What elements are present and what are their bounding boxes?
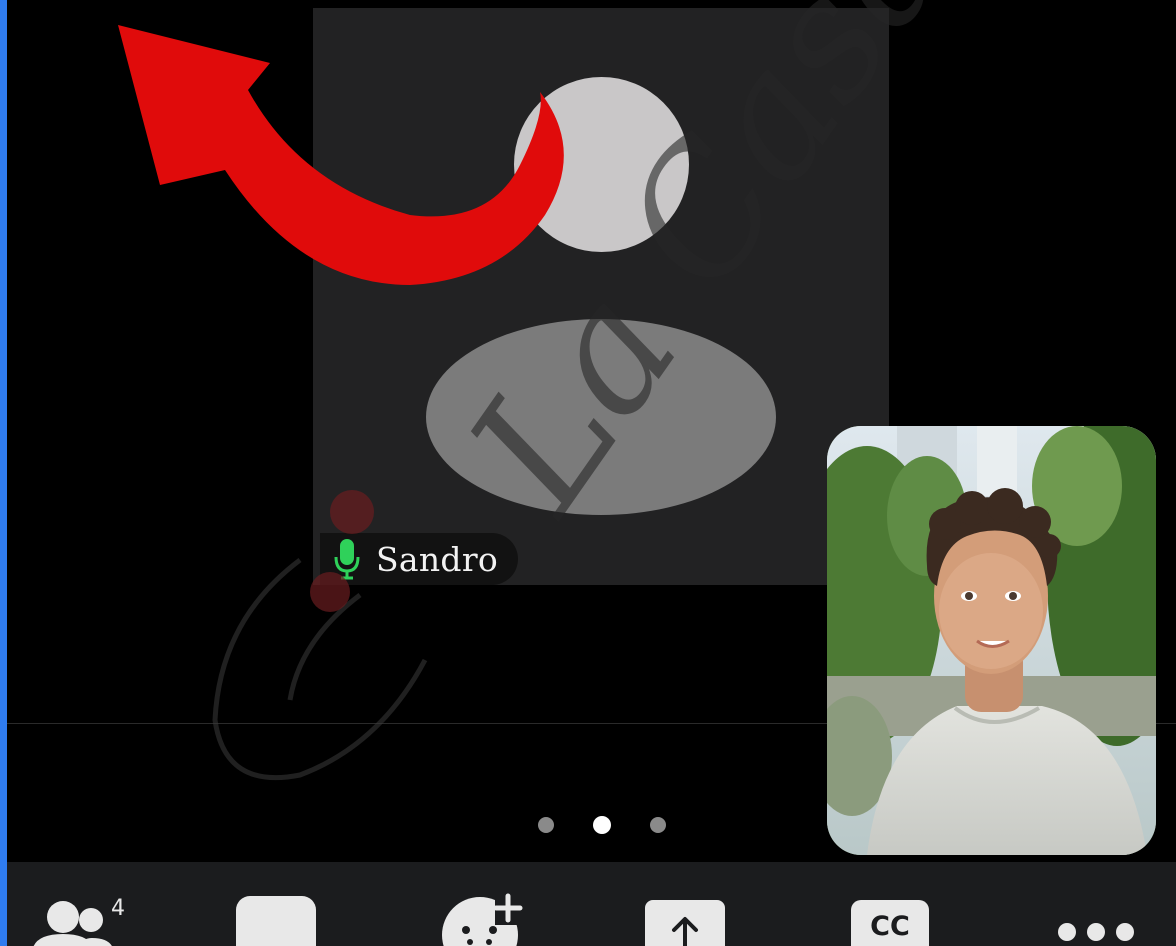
participant-name-tag: Sandro — [320, 533, 518, 585]
participant-name: Sandro — [376, 539, 499, 579]
participants-button[interactable] — [32, 862, 142, 946]
captions-button[interactable]: CC — [845, 862, 935, 946]
page-dot-1[interactable] — [538, 817, 554, 833]
participants-count: 4 — [111, 896, 125, 921]
screen-edge-accent — [0, 0, 7, 946]
share-button[interactable] — [637, 862, 733, 946]
microphone-icon — [332, 537, 362, 581]
page-dot-2[interactable] — [593, 816, 611, 834]
cc-icon: CC — [870, 911, 910, 942]
page-dot-3[interactable] — [650, 817, 666, 833]
self-view-video[interactable] — [827, 426, 1156, 855]
participant-tile[interactable] — [313, 8, 889, 585]
avatar-head — [514, 77, 689, 252]
bottom-toolbar: 4 CC — [7, 862, 1176, 946]
more-button[interactable] — [1047, 862, 1147, 946]
reactions-button[interactable] — [437, 862, 527, 946]
avatar-body — [426, 319, 776, 515]
chat-button[interactable] — [232, 862, 322, 946]
page-indicator[interactable] — [530, 816, 670, 837]
meeting-screen: Sandro 4 CC La Casa — [0, 0, 1176, 946]
